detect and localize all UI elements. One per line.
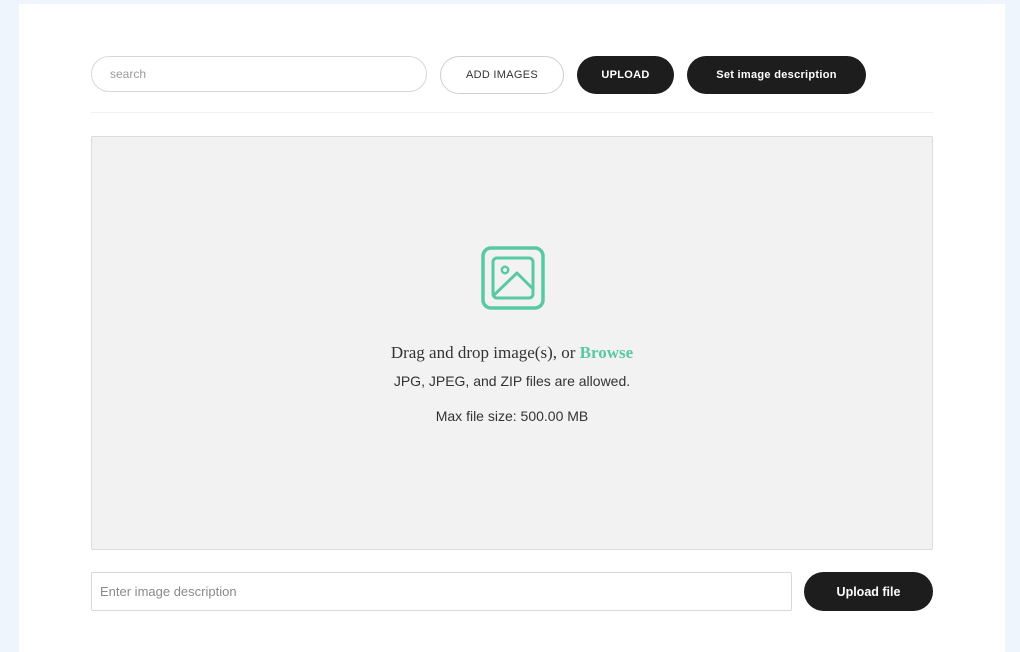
image-dropzone[interactable]: Drag and drop image(s), or Browse JPG, J… (91, 136, 933, 550)
max-file-size: Max file size: 500.00 MB (435, 408, 589, 424)
browse-link[interactable]: Browse (580, 343, 634, 362)
image-icon (481, 246, 545, 310)
divider (91, 112, 933, 113)
drag-drop-text: Drag and drop image(s), or Browse (92, 343, 932, 363)
upload-file-button[interactable]: Upload file (804, 572, 933, 611)
set-image-description-button[interactable]: Set image description (687, 56, 866, 94)
allowed-file-types: JPG, JPEG, and ZIP files are allowed. (393, 373, 631, 389)
upload-button[interactable]: UPLOAD (577, 56, 674, 94)
drag-drop-label: Drag and drop image(s), or (390, 343, 576, 362)
add-images-button[interactable]: ADD IMAGES (440, 56, 564, 94)
image-description-input[interactable] (91, 572, 792, 611)
search-input[interactable] (91, 56, 427, 92)
main-panel: ADD IMAGES UPLOAD Set image description … (19, 4, 1005, 652)
